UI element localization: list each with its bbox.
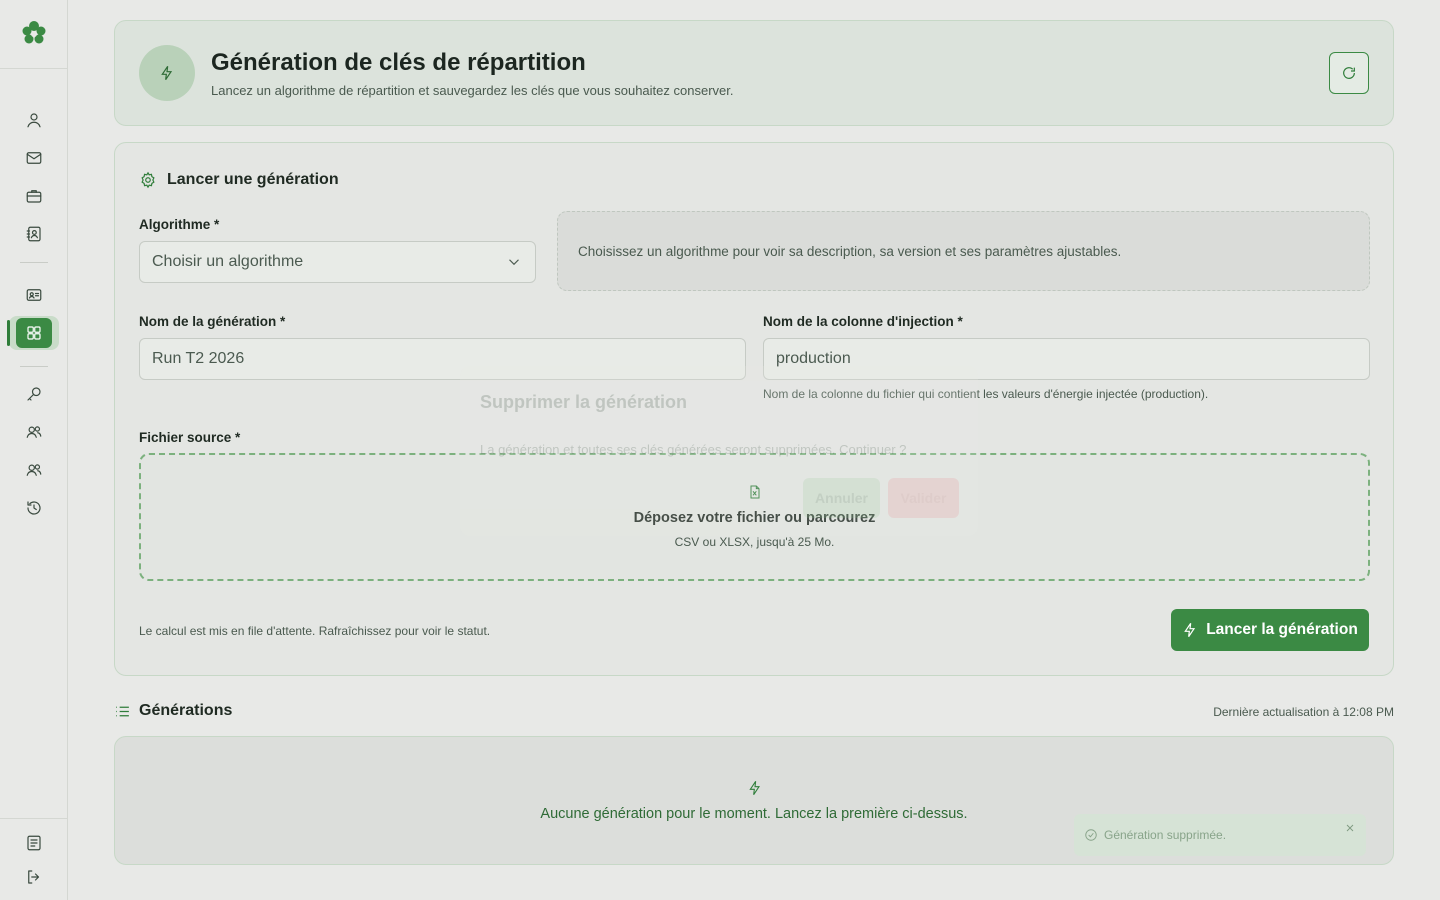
search-key-icon[interactable] (22, 382, 46, 406)
form-section-title: Lancer une génération (139, 171, 339, 189)
app-logo[interactable] (19, 18, 49, 48)
lightning-icon (139, 45, 195, 101)
algorithm-label: Algorithme * (139, 217, 220, 232)
list-icon (116, 706, 129, 716)
team-icon[interactable] (22, 458, 46, 482)
generation-name-label: Nom de la génération * (139, 314, 286, 329)
injection-column-label: Nom de la colonne d'injection * (763, 314, 963, 329)
gear-icon (141, 171, 155, 189)
chevron-down-icon (509, 259, 519, 266)
logout-icon[interactable] (22, 865, 46, 889)
user-icon[interactable] (22, 108, 46, 132)
dashboard-grid-icon[interactable] (16, 318, 52, 348)
sidebar-divider (0, 68, 67, 69)
form-section-label: Lancer une génération (167, 171, 339, 188)
document-icon[interactable] (22, 831, 46, 855)
refresh-icon (1343, 67, 1355, 79)
lightning-icon (747, 779, 763, 799)
dropzone-subtitle: CSV ou XLSX, jusqu'à 25 Mo. (674, 535, 835, 549)
page-subtitle: Lancez un algorithme de répartition et s… (211, 83, 734, 98)
dialog-text: La génération et toutes ses clés générée… (480, 442, 907, 457)
users-icon[interactable] (22, 420, 46, 444)
last-update-timestamp: Dernière actualisation à 12:08 PM (1213, 705, 1394, 719)
sidebar-divider (20, 262, 48, 263)
id-card-icon[interactable] (22, 283, 46, 307)
delete-confirm-dialog: Supprimer la génération La génération et… (460, 366, 978, 536)
sidebar (0, 0, 68, 900)
contact-book-icon[interactable] (22, 222, 46, 246)
sidebar-active-indicator (7, 320, 10, 346)
page-title: Génération de clés de répartition (211, 49, 586, 76)
generations-title: Générations (139, 702, 233, 719)
lightning-icon (1184, 623, 1196, 637)
algorithm-hint: Choisissez un algorithme pour voir sa de… (578, 243, 1122, 259)
source-file-label: Fichier source * (139, 430, 241, 445)
dialog-title: Supprimer la génération (480, 392, 688, 412)
briefcase-icon[interactable] (22, 184, 46, 208)
check-circle-icon (1085, 829, 1097, 841)
algorithm-description-panel: Choisissez un algorithme pour voir sa de… (557, 211, 1370, 291)
algorithm-select-value: Choisir un algorithme (152, 253, 304, 270)
toast-text: Génération supprimée. (1104, 828, 1227, 842)
mail-icon[interactable] (22, 146, 46, 170)
sidebar-divider (0, 818, 67, 819)
launch-generation-button[interactable]: Lancer la génération (1171, 609, 1369, 651)
generation-name-value: Run T2 2026 (152, 350, 245, 367)
queue-note: Le calcul est mis en file d'attente. Raf… (139, 624, 491, 638)
refresh-button[interactable] (1329, 52, 1369, 94)
close-icon[interactable] (1342, 820, 1358, 836)
history-icon[interactable] (22, 496, 46, 520)
cancel-button[interactable]: Annuler (803, 478, 880, 518)
page-header: Génération de clés de répartition Lancez… (114, 20, 1394, 126)
generations-heading: Générations (114, 702, 232, 720)
confirm-button[interactable]: Valider (888, 478, 959, 518)
success-toast: Génération supprimée. (1074, 814, 1366, 856)
algorithm-select[interactable]: Choisir un algorithme (139, 241, 536, 283)
sidebar-divider (20, 366, 48, 367)
launch-generation-label: Lancer la génération (1206, 621, 1358, 638)
